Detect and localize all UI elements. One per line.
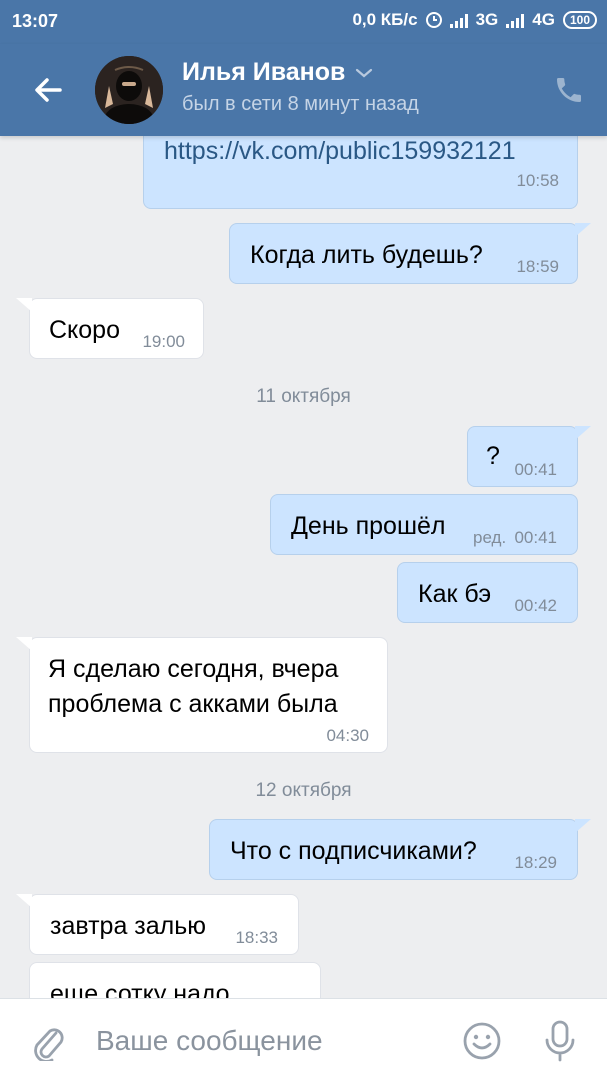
message-text: завтра залью: [50, 912, 207, 940]
message-outgoing[interactable]: Когда лить будешь? 18:59: [229, 223, 591, 284]
message-list[interactable]: https://vk.com/public159932121 10:58 Ког…: [0, 136, 607, 998]
contact-last-seen: был в сети 8 минут назад: [182, 93, 419, 115]
bubble-tail: [16, 637, 32, 651]
message-incoming[interactable]: Я сделаю сегодня, вчера проблема с аккам…: [16, 637, 388, 753]
chat-header: Илья Иванов был в сети 8 минут назад: [0, 44, 607, 136]
message-incoming[interactable]: Скоро 19:00: [16, 298, 204, 359]
message-time: 18:59: [516, 257, 559, 276]
battery-icon: 100: [562, 11, 597, 29]
message-outgoing[interactable]: Что с подписчиками? 18:29: [209, 819, 591, 880]
message-time: 00:41: [514, 460, 557, 479]
bubble-tail: [575, 223, 591, 237]
message-outgoing[interactable]: ? 00:41: [467, 426, 591, 487]
bubble-tail: [575, 426, 591, 440]
message-text: День прошёл: [291, 512, 446, 540]
signal-icon: [449, 12, 468, 28]
contact-name[interactable]: Илья Иванов: [182, 58, 373, 87]
message-outgoing[interactable]: Как бэ 00:42: [397, 562, 578, 623]
message-text-line: Я сделаю сегодня, вчера: [48, 655, 339, 683]
status-indicators: 0,0 КБ/с 3G 4G 100: [352, 10, 597, 30]
alarm-icon: [425, 12, 442, 28]
message-outgoing[interactable]: https://vk.com/public159932121 10:58: [143, 136, 578, 209]
attach-icon[interactable]: [30, 1021, 66, 1061]
signal-icon-2: [506, 12, 525, 28]
message-text: Когда лить будешь?: [250, 241, 483, 269]
network-type-1: 3G: [475, 10, 499, 29]
message-link[interactable]: https://vk.com/public159932121: [164, 137, 516, 166]
network-speed: 0,0 КБ/с: [352, 10, 418, 29]
message-time: 18:29: [514, 853, 557, 872]
avatar[interactable]: [95, 56, 163, 124]
message-incoming[interactable]: еще сотку надо: [29, 962, 321, 998]
edited-label: ред.: [473, 528, 507, 547]
message-outgoing[interactable]: День прошёл ред. 00:41: [270, 494, 578, 555]
emoji-icon[interactable]: [462, 1021, 502, 1061]
contact-name-label: Илья Иванов: [182, 58, 346, 86]
message-text: Что с подписчиками?: [230, 837, 477, 865]
status-bar: 13:07 0,0 КБ/с 3G 4G 100: [0, 0, 607, 44]
network-type-2: 4G: [532, 10, 555, 29]
message-time: 19:00: [142, 332, 185, 351]
message-input[interactable]: Ваше сообщение: [96, 1025, 323, 1057]
status-time: 13:07: [12, 11, 59, 31]
message-text: Как бэ: [418, 580, 492, 608]
bubble-tail: [575, 819, 591, 833]
message-composer: Ваше сообщение: [0, 998, 607, 1081]
bubble-tail: [16, 298, 32, 312]
message-time: 00:42: [514, 596, 557, 615]
message-text: еще сотку надо: [50, 980, 230, 998]
message-time: 18:33: [235, 928, 278, 947]
date-separator: 12 октября: [255, 780, 352, 801]
message-text: Скоро: [49, 316, 120, 344]
message-time: 10:58: [516, 171, 559, 190]
message-incoming[interactable]: завтра залью 18:33: [16, 894, 299, 955]
chevron-down-icon: [356, 68, 373, 77]
message-text: ?: [486, 442, 500, 470]
microphone-icon[interactable]: [540, 1019, 580, 1063]
message-text-line: проблема с акками была: [48, 690, 338, 718]
avatar-image: [95, 56, 163, 124]
bubble-tail: [16, 894, 32, 908]
message-time: 00:41: [514, 528, 557, 547]
phone-icon[interactable]: [553, 74, 585, 106]
date-separator: 11 октября: [256, 386, 351, 407]
back-arrow-icon[interactable]: [28, 70, 68, 110]
message-time: 04:30: [326, 726, 369, 745]
